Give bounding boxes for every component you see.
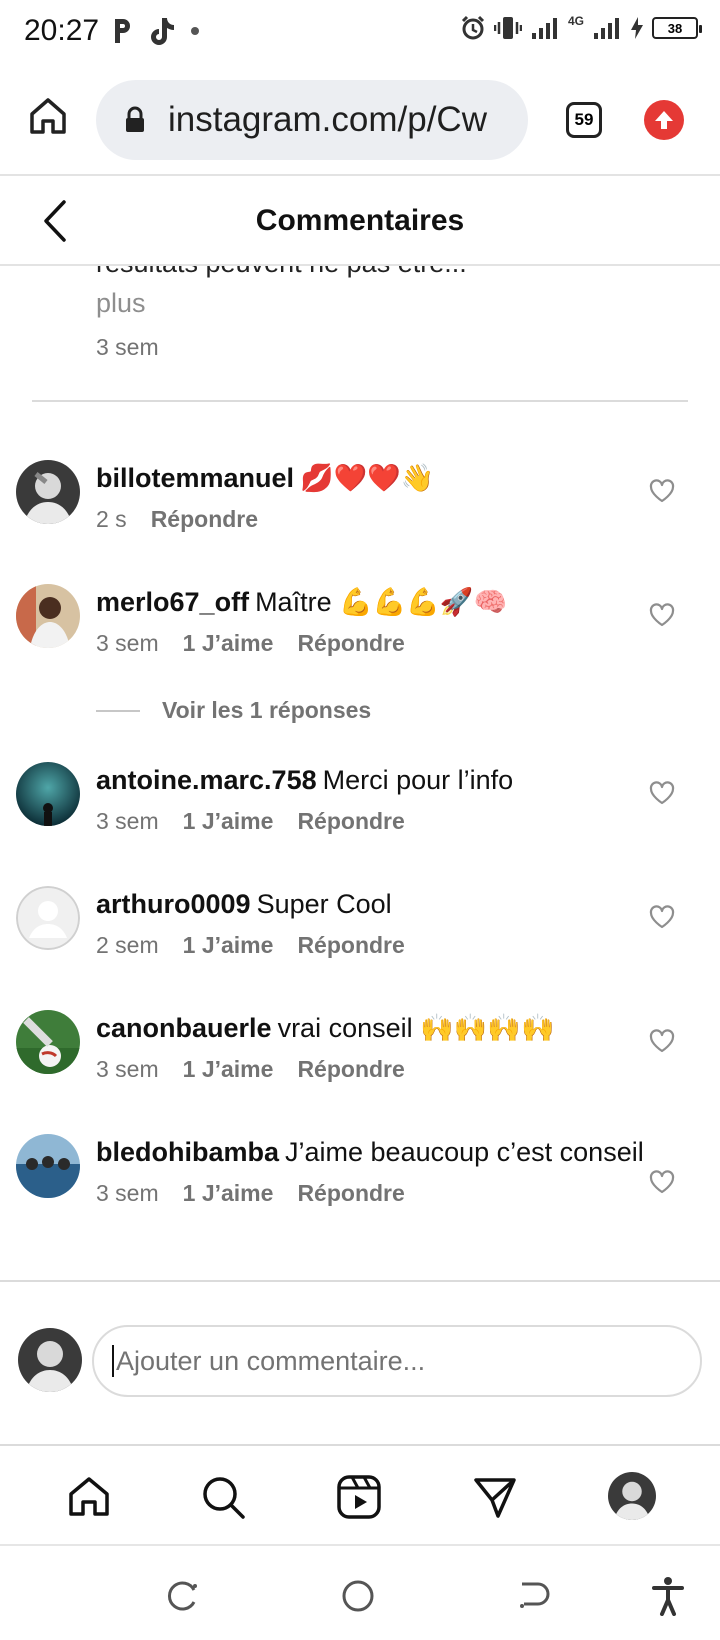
avatar[interactable] <box>16 886 80 950</box>
signal-icon <box>531 18 557 39</box>
like-count[interactable]: 1 J’aime <box>183 808 274 835</box>
home-circle-icon <box>342 1580 374 1612</box>
profile-avatar <box>608 1472 656 1520</box>
nav-direct-button[interactable] <box>470 1472 520 1522</box>
update-icon <box>655 111 673 129</box>
caption-time: 3 sem <box>96 334 159 360</box>
page-title: Commentaires <box>255 204 465 237</box>
nav-profile-button[interactable] <box>608 1472 656 1520</box>
bottom-navigation <box>0 1444 720 1546</box>
direct-message-icon <box>474 1478 516 1518</box>
comment-time: 2 s <box>96 506 127 532</box>
tabs-button[interactable]: 59 <box>566 102 602 138</box>
comments-header: Commentaires <box>0 176 720 266</box>
browser-toolbar: instagram.com/p/Cw 59 <box>0 64 720 176</box>
comment-username[interactable]: antoine.marc.758 <box>96 765 317 795</box>
url-text: instagram.com/p/Cw <box>168 100 487 139</box>
p-notification-icon <box>115 19 130 43</box>
browser-home-button[interactable] <box>26 94 70 138</box>
view-replies-button[interactable]: Voir les 1 réponses <box>96 697 371 724</box>
current-user-avatar <box>18 1328 82 1392</box>
status-notification-icons <box>112 16 200 46</box>
like-count[interactable]: 1 J’aime <box>183 1180 274 1207</box>
accessibility-icon <box>652 1577 684 1616</box>
home-icon <box>69 1477 109 1516</box>
search-icon <box>203 1477 245 1519</box>
nav-home-button[interactable] <box>64 1472 114 1522</box>
avatar[interactable] <box>16 762 80 826</box>
comment-username[interactable]: bledohibamba <box>96 1137 279 1167</box>
battery-icon: 38 <box>652 17 702 39</box>
comment-username[interactable]: billotemmanuel <box>96 463 294 493</box>
status-bar: 20:27 4G 38 <box>0 0 720 64</box>
comment-text: 💋❤️❤️👋 <box>300 463 435 493</box>
heart-icon[interactable] <box>648 779 676 807</box>
comment-time: 3 sem <box>96 1056 159 1082</box>
reply-button[interactable]: Répondre <box>151 506 258 533</box>
accessibility-button[interactable] <box>648 1576 688 1616</box>
network-type: 4G <box>567 14 584 28</box>
status-right-icons: 4G 38 <box>460 14 702 42</box>
reply-button[interactable]: Répondre <box>297 630 404 657</box>
comment-input-placeholder: Ajouter un commentaire... <box>116 1345 426 1376</box>
heart-icon[interactable] <box>648 903 676 931</box>
vibrate-icon <box>493 17 522 39</box>
caption-text: résultats peuvent ne pas être... <box>96 266 467 279</box>
like-count[interactable]: 1 J’aime <box>183 630 274 657</box>
reply-button[interactable]: Répondre <box>297 1056 404 1083</box>
comment-time: 2 sem <box>96 932 159 958</box>
comment-text: vrai conseil 🙌🙌🙌🙌 <box>277 1013 555 1043</box>
url-bar[interactable]: instagram.com/p/Cw <box>96 80 528 160</box>
comment-text: Super Cool <box>256 889 392 919</box>
reply-button[interactable]: Répondre <box>297 808 404 835</box>
text-caret <box>112 1345 114 1377</box>
heart-icon[interactable] <box>648 1168 676 1196</box>
avatar[interactable] <box>16 460 80 524</box>
caption-divider <box>32 400 688 402</box>
comment-time: 3 sem <box>96 630 159 656</box>
post-caption: résultats peuvent ne pas être... plus 3 … <box>0 266 720 406</box>
comment-username[interactable]: merlo67_off <box>96 587 249 617</box>
avatar[interactable] <box>16 584 80 648</box>
system-home-button[interactable] <box>338 1576 378 1616</box>
recent-apps-icon <box>167 1581 197 1611</box>
reels-icon <box>337 1475 381 1519</box>
comment-text: Maître 💪💪💪🚀🧠 <box>255 587 508 617</box>
charging-icon <box>631 17 643 39</box>
like-count[interactable]: 1 J’aime <box>183 932 274 959</box>
composer-divider <box>0 1280 720 1282</box>
avatar[interactable] <box>16 1134 80 1198</box>
comment-input[interactable]: Ajouter un commentaire... <box>92 1325 702 1397</box>
system-navigation <box>0 1546 720 1640</box>
comment-time: 3 sem <box>96 808 159 834</box>
recent-apps-button[interactable] <box>162 1576 202 1616</box>
comment-username[interactable]: arthuro0009 <box>96 889 251 919</box>
reply-button[interactable]: Répondre <box>297 932 404 959</box>
avatar[interactable] <box>16 1010 80 1074</box>
home-icon <box>30 98 66 134</box>
tiktok-icon <box>151 18 174 45</box>
comment-text: Merci pour l’info <box>322 765 514 795</box>
back-icon <box>520 1582 550 1608</box>
view-replies-label: Voir les 1 réponses <box>162 697 372 723</box>
nav-search-button[interactable] <box>198 1472 248 1522</box>
replies-divider-line <box>96 709 140 712</box>
comment-time: 3 sem <box>96 1180 159 1206</box>
comment-username[interactable]: canonbauerle <box>96 1013 272 1043</box>
signal-icon-2 <box>594 18 619 39</box>
nav-reels-button[interactable] <box>334 1472 384 1522</box>
caption-more-link[interactable]: plus <box>96 288 146 319</box>
reply-button[interactable]: Répondre <box>297 1180 404 1207</box>
heart-icon[interactable] <box>648 601 676 629</box>
dot-icon <box>191 27 199 35</box>
alarm-icon <box>461 15 485 40</box>
update-button[interactable] <box>644 100 684 140</box>
like-count[interactable]: 1 J’aime <box>183 1056 274 1083</box>
system-back-button[interactable] <box>514 1576 554 1616</box>
heart-icon[interactable] <box>648 1027 676 1055</box>
comment-text: J’aime beaucoup c’est conseil <box>285 1137 644 1167</box>
lock-icon <box>126 106 144 132</box>
status-time: 20:27 <box>24 14 100 47</box>
heart-icon[interactable] <box>648 477 676 505</box>
